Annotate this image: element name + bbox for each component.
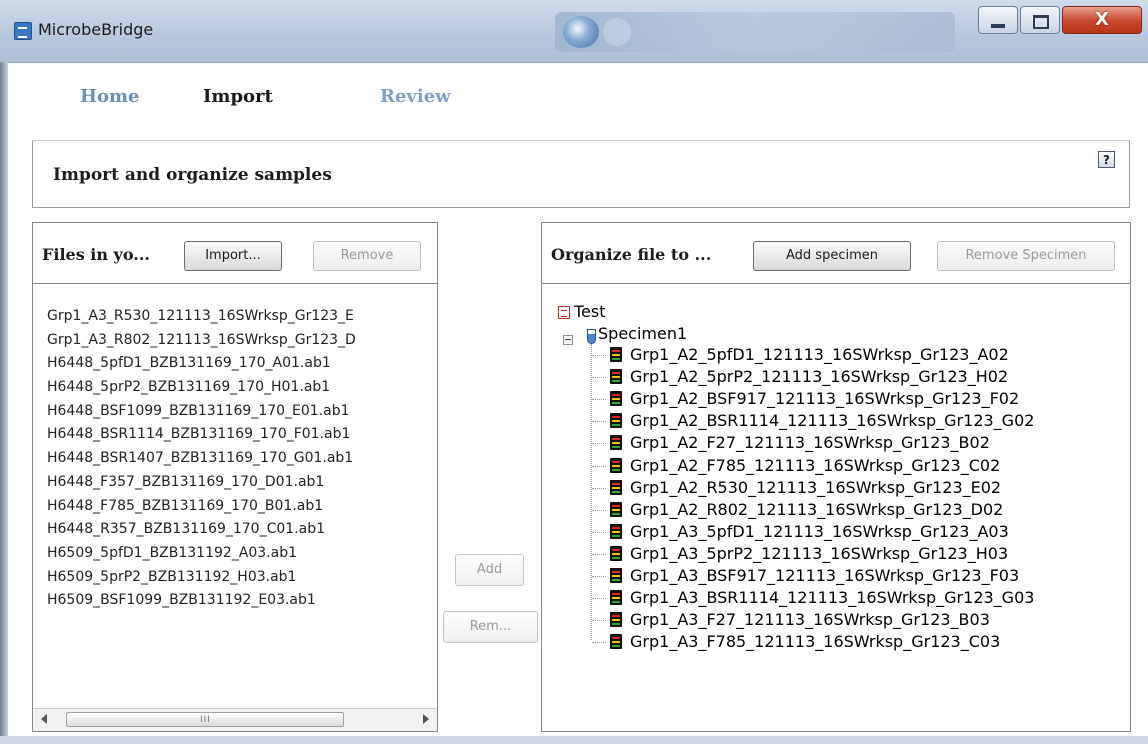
chromatogram-file-icon	[610, 568, 622, 583]
tree-root[interactable]: Test	[574, 302, 606, 322]
background-window-blur	[555, 12, 955, 52]
tree-file-item[interactable]: Grp1_A3_5pfD1_121113_16SWrksp_Gr123_A03	[630, 522, 1009, 542]
tree-file-item[interactable]: Grp1_A2_BSR1114_121113_16SWrksp_Gr123_G0…	[630, 411, 1034, 431]
list-item[interactable]: H6448_BSR1114_BZB131169_170_F01.ab1	[47, 423, 437, 447]
minimize-button[interactable]	[978, 6, 1018, 34]
files-panel-header: Files in yo... Import... Remove	[33, 223, 437, 284]
tree-guide-line	[592, 642, 606, 643]
tree-file-item[interactable]: Grp1_A2_F785_121113_16SWrksp_Gr123_C02	[630, 456, 1000, 476]
tree-guide-line	[592, 421, 606, 422]
list-item[interactable]: H6448_5pfD1_BZB131169_170_A01.ab1	[47, 352, 437, 376]
file-list: Grp1_A3_R530_121113_16SWrksp_Gr123_E Grp…	[47, 305, 437, 613]
tree-guide-line	[592, 355, 606, 356]
import-button[interactable]: Import...	[184, 241, 282, 271]
test-tube-icon	[587, 329, 596, 344]
organize-panel-header: Organize file to ... Add specimen Remove…	[542, 223, 1130, 284]
chromatogram-file-icon	[610, 391, 622, 406]
organize-panel-title: Organize file to ...	[551, 245, 712, 264]
add-specimen-button[interactable]: Add specimen	[753, 241, 911, 271]
remove-specimen-button[interactable]: Remove Specimen	[937, 241, 1115, 271]
chromatogram-file-icon	[610, 546, 622, 561]
tree-file-item[interactable]: Grp1_A3_BSR1114_121113_16SWrksp_Gr123_G0…	[630, 588, 1034, 608]
chromatogram-file-icon	[610, 590, 622, 605]
chromatogram-file-icon	[610, 480, 622, 495]
tree-guide-line	[592, 466, 606, 467]
scroll-left-icon[interactable]	[41, 714, 47, 724]
list-item[interactable]: Grp1_A3_R530_121113_16SWrksp_Gr123_E	[47, 305, 437, 329]
tree-file-item[interactable]: Grp1_A2_5prP2_121113_16SWrksp_Gr123_H02	[630, 367, 1008, 387]
chromatogram-file-icon	[610, 458, 622, 473]
chromatogram-file-icon	[610, 369, 622, 384]
tree-file-item[interactable]: Grp1_A3_5prP2_121113_16SWrksp_Gr123_H03	[630, 544, 1008, 564]
organize-panel: Organize file to ... Add specimen Remove…	[541, 222, 1131, 732]
collapse-icon[interactable]	[563, 335, 573, 345]
scrollbar-thumb[interactable]: III	[66, 712, 344, 727]
tree-file-item[interactable]: Grp1_A2_R802_121113_16SWrksp_Gr123_D02	[630, 500, 1003, 520]
list-item[interactable]: H6448_F357_BZB131169_170_D01.ab1	[47, 471, 437, 495]
tree-guide-line	[592, 532, 606, 533]
chromatogram-file-icon	[610, 524, 622, 539]
files-panel-title: Files in yo...	[42, 245, 150, 264]
close-button[interactable]: X	[1062, 6, 1142, 34]
scroll-right-icon[interactable]	[423, 714, 429, 724]
tree-guide-line	[592, 377, 606, 378]
list-item[interactable]: H6448_BSR1407_BZB131169_170_G01.ab1	[47, 447, 437, 471]
list-item[interactable]: H6509_5prP2_BZB131192_H03.ab1	[47, 566, 437, 590]
window-title: MicrobeBridge	[38, 20, 154, 39]
list-item[interactable]: H6448_BSF1099_BZB131169_170_E01.ab1	[47, 400, 437, 424]
tree-guide-line	[592, 488, 606, 489]
tree-file-item[interactable]: Grp1_A3_F27_121113_16SWrksp_Gr123_B03	[630, 610, 990, 630]
chromatogram-file-icon	[610, 347, 622, 362]
page-header: Import and organize samples ?	[32, 140, 1130, 208]
tab-import[interactable]: Import	[203, 86, 273, 107]
tree-guide-line	[592, 399, 606, 400]
tab-review[interactable]: Review	[380, 86, 451, 107]
tree-file-item[interactable]: Grp1_A3_BSF917_121113_16SWrksp_Gr123_F03	[630, 566, 1019, 586]
app-icon	[14, 22, 32, 40]
chromatogram-file-icon	[610, 612, 622, 627]
tree-guide-line	[592, 510, 606, 511]
list-item[interactable]: H6509_5pfD1_BZB131192_A03.ab1	[47, 542, 437, 566]
window-edge	[0, 62, 8, 744]
forward-orb-icon	[603, 18, 631, 46]
remove-from-specimen-button[interactable]: Rem...	[443, 611, 538, 643]
add-button[interactable]: Add	[455, 554, 524, 586]
chromatogram-file-icon	[610, 634, 622, 649]
back-orb-icon	[563, 16, 599, 48]
list-item[interactable]: Grp1_A3_R802_121113_16SWrksp_Gr123_D	[47, 329, 437, 353]
page-title: Import and organize samples	[53, 165, 332, 185]
chromatogram-file-icon	[610, 502, 622, 517]
list-item[interactable]: H6448_F785_BZB131169_170_B01.ab1	[47, 495, 437, 519]
list-item[interactable]: H6448_5prP2_BZB131169_170_H01.ab1	[47, 376, 437, 400]
chromatogram-file-icon	[610, 435, 622, 450]
scroll-grip: III	[200, 715, 211, 725]
close-icon: X	[1095, 9, 1109, 30]
remove-file-button[interactable]: Remove	[313, 241, 421, 271]
tree-guide-line	[592, 443, 606, 444]
title-bar[interactable]: MicrobeBridge X	[0, 0, 1148, 63]
tree-guide-line	[591, 344, 592, 640]
tree-guide-line	[592, 576, 606, 577]
app-window: MicrobeBridge X Home Import Review Impor…	[0, 0, 1148, 744]
tree-file-item[interactable]: Grp1_A3_F785_121113_16SWrksp_Gr123_C03	[630, 632, 1000, 652]
tree-file-item[interactable]: Grp1_A2_5pfD1_121113_16SWrksp_Gr123_A02	[630, 345, 1009, 365]
tab-home[interactable]: Home	[80, 86, 140, 107]
list-item[interactable]: H6509_BSF1099_BZB131192_E03.ab1	[47, 589, 437, 613]
chromatogram-file-icon	[610, 413, 622, 428]
horizontal-scrollbar[interactable]: III	[33, 708, 437, 731]
tree-guide-line	[592, 554, 606, 555]
help-icon[interactable]: ?	[1098, 151, 1115, 168]
document-icon	[558, 306, 570, 319]
tree-specimen[interactable]: Specimen1	[598, 324, 687, 344]
tree-file-item[interactable]: Grp1_A2_BSF917_121113_16SWrksp_Gr123_F02	[630, 389, 1019, 409]
files-panel: Files in yo... Import... Remove Grp1_A3_…	[32, 222, 438, 732]
tree-file-item[interactable]: Grp1_A2_F27_121113_16SWrksp_Gr123_B02	[630, 433, 990, 453]
tree-file-item[interactable]: Grp1_A2_R530_121113_16SWrksp_Gr123_E02	[630, 478, 1001, 498]
list-item[interactable]: H6448_R357_BZB131169_170_C01.ab1	[47, 518, 437, 542]
maximize-button[interactable]	[1020, 6, 1060, 34]
tree-guide-line	[592, 598, 606, 599]
window-bottom-edge	[0, 736, 1148, 744]
tree-guide-line	[592, 620, 606, 621]
